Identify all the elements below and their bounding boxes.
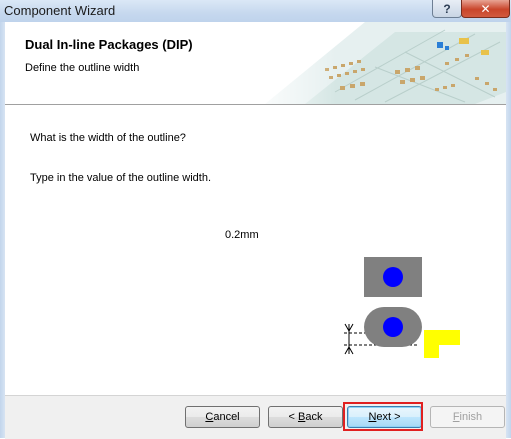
finish-mnemonic: F bbox=[452, 411, 460, 423]
page-title: Dual In-line Packages (DIP) bbox=[25, 37, 193, 52]
cancel-button[interactable]: Cancel bbox=[185, 406, 260, 428]
pad-rounded-shape bbox=[364, 307, 422, 347]
wizard-footer: Cancel < Back Next > Finish bbox=[5, 395, 506, 439]
outline-width-input[interactable] bbox=[205, 225, 305, 245]
back-button[interactable]: < Back bbox=[268, 406, 343, 428]
finish-rest: inish bbox=[459, 411, 483, 423]
next-button[interactable]: Next > bbox=[347, 406, 422, 428]
back-prefix: < bbox=[288, 411, 298, 423]
pad-square-shape bbox=[364, 257, 422, 297]
wizard-header: Dual In-line Packages (DIP) Define the o… bbox=[5, 22, 506, 105]
help-button[interactable]: ? bbox=[432, 0, 462, 18]
page-subtitle: Define the outline width bbox=[25, 62, 140, 74]
instruction-text: Type in the value of the outline width. bbox=[30, 172, 212, 184]
cancel-rest: ancel bbox=[213, 411, 240, 423]
help-icon: ? bbox=[443, 1, 451, 16]
finish-button[interactable]: Finish bbox=[430, 406, 505, 428]
pad-diagram bbox=[364, 257, 422, 347]
close-icon: ✕ bbox=[480, 1, 491, 16]
window-title: Component Wizard bbox=[4, 3, 116, 18]
pcb-banner-image bbox=[245, 22, 506, 104]
wizard-content: What is the width of the outline? Type i… bbox=[5, 105, 506, 395]
question-text: What is the width of the outline? bbox=[30, 132, 186, 144]
next-rest: ext > bbox=[376, 411, 401, 423]
window-frame-right bbox=[506, 22, 511, 438]
drill-hole bbox=[383, 317, 403, 337]
close-button[interactable]: ✕ bbox=[461, 0, 510, 18]
drill-hole bbox=[383, 267, 403, 287]
back-rest: ack bbox=[305, 411, 323, 423]
title-bar[interactable]: Component Wizard ? ✕ bbox=[0, 0, 511, 23]
